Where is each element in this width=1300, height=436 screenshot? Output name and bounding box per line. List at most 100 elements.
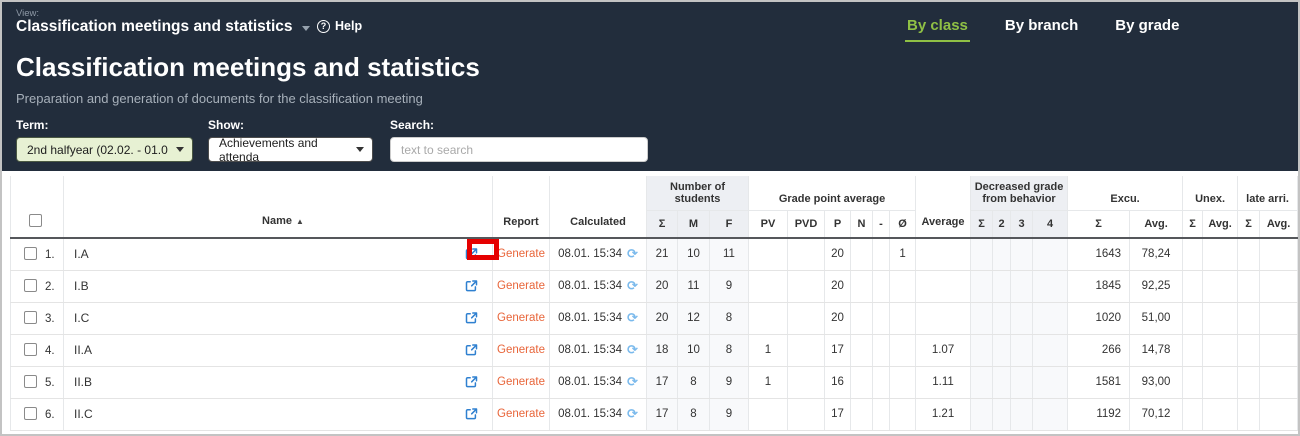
external-link-icon[interactable] [465, 248, 478, 261]
help-button[interactable]: ? Help [317, 19, 362, 33]
term-label: Term: [16, 118, 193, 132]
stat-cell [890, 302, 916, 334]
generate-report-link[interactable]: Generate [497, 344, 545, 356]
view-dropdown[interactable]: Classification meetings and statistics [16, 18, 310, 36]
stat-cell [1203, 302, 1238, 334]
stat-cell: 18 [647, 334, 678, 366]
class-name-cell: II.A [64, 334, 493, 366]
show-select-value: Achievements and attenda [219, 136, 356, 164]
refresh-icon[interactable]: ⟳ [627, 406, 638, 422]
stat-cell [873, 334, 890, 366]
view-dropdown-value: Classification meetings and statistics [16, 18, 293, 36]
subheader-avg-mark: Ø [890, 210, 916, 238]
term-filter: Term: 2nd halfyear (02.02. - 01.0 [16, 118, 193, 162]
chevron-down-icon [176, 147, 184, 152]
stat-cell [971, 398, 993, 430]
row-checkbox[interactable] [24, 279, 37, 292]
report-cell: Generate [493, 366, 550, 398]
stat-cell: 9 [710, 270, 749, 302]
stat-cell [1033, 334, 1068, 366]
external-link-icon[interactable] [465, 312, 478, 325]
stat-cell [851, 270, 873, 302]
stat-cell [749, 302, 788, 334]
search-input[interactable] [390, 137, 648, 162]
external-link-icon[interactable] [465, 408, 478, 421]
column-header-name[interactable]: Name▲ [64, 176, 493, 238]
generate-report-link[interactable]: Generate [497, 248, 545, 260]
stat-cell: 1 [890, 238, 916, 270]
class-name: I.A [74, 247, 89, 261]
generate-report-link[interactable]: Generate [497, 312, 545, 324]
tab-by-grade[interactable]: By grade [1113, 17, 1181, 42]
external-link-icon[interactable] [465, 376, 478, 389]
generate-report-link[interactable]: Generate [497, 376, 545, 388]
stat-cell [993, 334, 1011, 366]
subheader-excused-avg: Avg. [1130, 210, 1183, 238]
stat-cell [890, 398, 916, 430]
row-checkbox[interactable] [24, 407, 37, 420]
subheader-late-avg: Avg. [1260, 210, 1298, 238]
refresh-icon[interactable]: ⟳ [627, 374, 638, 390]
stat-cell [1183, 302, 1203, 334]
stat-cell [788, 398, 825, 430]
row-checkbox[interactable] [24, 375, 37, 388]
class-name-cell: II.B [64, 366, 493, 398]
generate-report-link[interactable]: Generate [497, 408, 545, 420]
subheader-dash: - [873, 210, 890, 238]
group-header-students: Number of students [647, 176, 749, 210]
stat-cell [873, 302, 890, 334]
stat-cell: 9 [710, 398, 749, 430]
stat-cell [1238, 270, 1260, 302]
subheader-late-sum: Σ [1238, 210, 1260, 238]
stat-cell: 1581 [1068, 366, 1130, 398]
stat-cell: 1845 [1068, 270, 1130, 302]
generate-report-link[interactable]: Generate [497, 280, 545, 292]
page-subtitle: Preparation and generation of documents … [16, 91, 423, 106]
show-select[interactable]: Achievements and attenda [208, 137, 373, 162]
stat-cell [1183, 398, 1203, 430]
row-number: 2. [45, 281, 55, 293]
stat-cell [1260, 334, 1298, 366]
stat-cell [1011, 366, 1033, 398]
calculated-cell: 08.01. 15:34⟳ [550, 302, 647, 334]
subheader-excused-sum: Σ [1068, 210, 1130, 238]
tab-by-branch[interactable]: By branch [1003, 17, 1080, 42]
stat-cell [1203, 270, 1238, 302]
report-cell: Generate [493, 302, 550, 334]
row-checkbox[interactable] [24, 343, 37, 356]
row-select-cell: 6. [11, 398, 64, 430]
stat-cell: 8 [710, 302, 749, 334]
row-select-cell: 1. [11, 238, 64, 270]
row-select-cell: 2. [11, 270, 64, 302]
calculated-cell: 08.01. 15:34⟳ [550, 238, 647, 270]
stat-cell [971, 334, 993, 366]
refresh-icon[interactable]: ⟳ [627, 310, 638, 326]
select-all-checkbox[interactable] [29, 214, 42, 227]
external-link-icon[interactable] [465, 344, 478, 357]
refresh-icon[interactable]: ⟳ [627, 246, 638, 262]
row-checkbox[interactable] [24, 311, 37, 324]
stat-cell: 17 [647, 398, 678, 430]
refresh-icon[interactable]: ⟳ [627, 342, 638, 358]
stat-cell [971, 238, 993, 270]
row-number: 5. [45, 377, 55, 389]
row-select-cell: 5. [11, 366, 64, 398]
stat-cell [916, 302, 971, 334]
external-link-icon[interactable] [465, 280, 478, 293]
row-checkbox[interactable] [24, 247, 37, 260]
calculated-timestamp: 08.01. 15:34 [558, 344, 622, 356]
question-mark-icon: ? [317, 20, 330, 33]
calculated-timestamp: 08.01. 15:34 [558, 376, 622, 388]
refresh-icon[interactable]: ⟳ [627, 278, 638, 294]
stat-cell [1033, 366, 1068, 398]
term-select[interactable]: 2nd halfyear (02.02. - 01.0 [16, 137, 193, 162]
stat-cell [890, 366, 916, 398]
group-header-behavior: Decreased grade from behavior [971, 176, 1068, 210]
classes-table: Name▲ Report Calculated Number of studen… [10, 176, 1298, 431]
calculated-timestamp: 08.01. 15:34 [558, 408, 622, 420]
row-number: 3. [45, 313, 55, 325]
tab-by-class[interactable]: By class [905, 17, 970, 42]
stat-cell: 1 [749, 334, 788, 366]
stat-cell [873, 366, 890, 398]
column-header-report: Report [493, 176, 550, 238]
